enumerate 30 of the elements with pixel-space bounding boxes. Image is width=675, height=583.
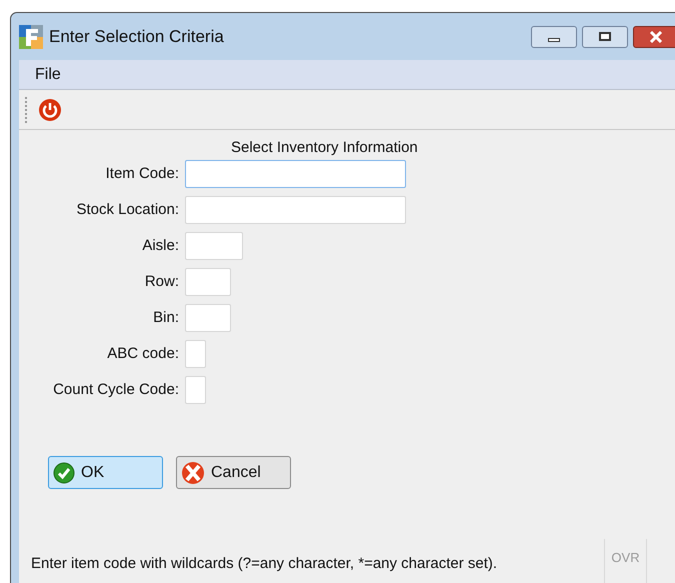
field-label: Aisle: <box>141 236 180 256</box>
minimize-button[interactable] <box>531 26 577 48</box>
field-label: ABC code: <box>106 344 180 364</box>
input-field[interactable] <box>185 304 231 332</box>
field-label: Bin: <box>152 308 180 328</box>
field-label: Item Code: <box>104 164 180 184</box>
status-message: Enter item code with wildcards (?=any character, *=any character set). <box>30 554 498 574</box>
window-title: Enter Selection Criteria <box>49 26 224 48</box>
field-label: Count Cycle Code: <box>52 380 180 400</box>
maximize-button[interactable] <box>582 26 628 48</box>
ok-button[interactable]: OK <box>48 456 163 489</box>
input-field[interactable] <box>185 232 243 260</box>
input-field[interactable] <box>185 160 406 188</box>
cross-icon <box>181 460 205 484</box>
form-heading: Select Inventory Information <box>231 138 419 158</box>
close-button[interactable] <box>633 26 675 48</box>
input-field[interactable] <box>185 340 206 368</box>
overwrite-indicator: OVR <box>604 539 647 583</box>
app-logo-icon <box>19 24 43 48</box>
input-field[interactable] <box>185 268 231 296</box>
input-field[interactable] <box>185 196 406 224</box>
power-icon <box>38 98 62 122</box>
field-label: Stock Location: <box>75 200 180 220</box>
field-label: Row: <box>144 272 180 292</box>
close-icon <box>649 30 663 42</box>
power-button[interactable] <box>37 96 63 122</box>
cancel-button[interactable]: Cancel <box>176 456 291 489</box>
menu-item[interactable]: File <box>35 62 61 86</box>
checkmark-icon <box>53 462 75 484</box>
input-field[interactable] <box>185 376 206 404</box>
